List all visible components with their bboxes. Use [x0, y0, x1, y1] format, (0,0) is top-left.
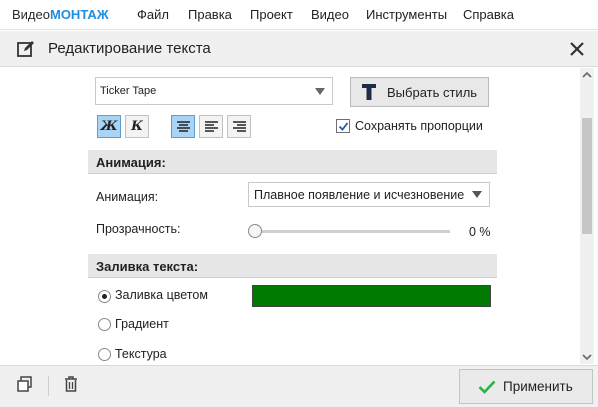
opacity-slider-track[interactable] [256, 230, 450, 233]
chevron-down-icon [315, 88, 325, 95]
align-left-button[interactable] [199, 115, 223, 138]
italic-glyph: К [131, 119, 143, 134]
fill-color-swatch[interactable] [252, 285, 491, 307]
logo-brand: МОНТАЖ [49, 7, 109, 22]
fill-color-radio[interactable] [98, 290, 111, 303]
animation-section-title: Анимация: [96, 155, 166, 170]
animation-section-header: Анимация: [88, 150, 497, 174]
close-icon[interactable] [568, 40, 586, 58]
apply-label: Применить [503, 379, 573, 394]
animation-label: Анимация: [96, 190, 159, 204]
opacity-slider-handle[interactable] [248, 224, 262, 238]
choose-style-button[interactable]: Выбрать стиль [350, 77, 489, 107]
trash-icon[interactable] [62, 375, 80, 393]
keep-proportions-label: Сохранять пропорции [355, 119, 483, 133]
menu-file[interactable]: Файл [137, 7, 169, 22]
text-fill-section-title: Заливка текста: [96, 259, 199, 274]
apply-button[interactable]: Применить [459, 369, 593, 404]
checkmark-icon [478, 380, 496, 394]
scroll-down-arrow-icon[interactable] [580, 350, 594, 364]
texture-label: Текстура [115, 347, 167, 361]
align-center-icon [177, 121, 190, 132]
fill-color-label: Заливка цветом [115, 288, 208, 302]
toolbar-divider [48, 376, 49, 396]
animation-select[interactable]: Плавное появление и исчезновение [248, 182, 490, 207]
menu-bar: ВидеоМОНТАЖ Файл Правка Проект Видео Инс… [0, 0, 598, 30]
text-style-icon [362, 84, 376, 100]
text-fill-section-header: Заливка текста: [88, 254, 497, 278]
opacity-label: Прозрачность: [96, 222, 181, 236]
scroll-up-arrow-icon[interactable] [580, 68, 594, 82]
font-select[interactable]: Ticker Tape [95, 77, 333, 105]
menu-video[interactable]: Видео [311, 7, 349, 22]
menu-edit[interactable]: Правка [188, 7, 232, 22]
align-left-icon [205, 121, 218, 132]
gradient-label: Градиент [115, 317, 169, 331]
panel-title: Редактирование текста [48, 40, 211, 57]
bottom-toolbar: Применить [0, 365, 598, 407]
bold-glyph: Ж [100, 119, 118, 134]
menu-help[interactable]: Справка [463, 7, 514, 22]
menu-tools[interactable]: Инструменты [366, 7, 447, 22]
vertical-scrollbar[interactable] [580, 68, 594, 364]
keep-proportions-checkbox[interactable] [336, 119, 350, 133]
animation-select-value: Плавное появление и исчезновение [254, 188, 465, 202]
font-select-value: Ticker Tape [100, 85, 157, 97]
bold-button[interactable]: Ж [97, 115, 121, 138]
edit-text-icon [17, 41, 34, 57]
duplicate-icon[interactable] [16, 375, 34, 393]
menu-project[interactable]: Проект [250, 7, 293, 22]
gradient-radio[interactable] [98, 318, 111, 331]
scrollbar-thumb[interactable] [582, 118, 592, 234]
align-center-button[interactable] [171, 115, 195, 138]
app-logo: ВидеоМОНТАЖ [12, 7, 109, 22]
chevron-down-icon [472, 191, 482, 198]
checkmark-icon [338, 122, 349, 131]
align-right-button[interactable] [227, 115, 251, 138]
opacity-value: 0 % [469, 225, 491, 239]
panel-header: Редактирование текста [0, 31, 598, 67]
logo-prefix: Видео [12, 7, 50, 22]
italic-button[interactable]: К [125, 115, 149, 138]
texture-radio[interactable] [98, 348, 111, 361]
align-right-icon [233, 121, 246, 132]
choose-style-label: Выбрать стиль [387, 85, 478, 100]
